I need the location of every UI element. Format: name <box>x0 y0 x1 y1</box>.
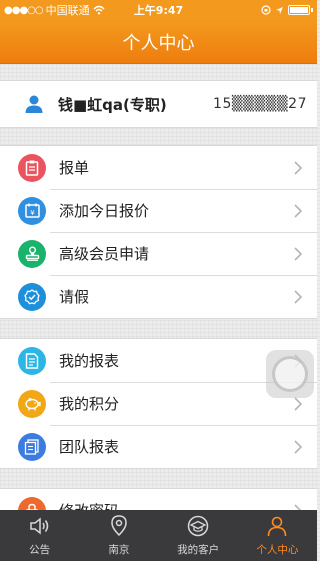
signal-icon: ●●●○○ <box>4 4 44 16</box>
tab-label: 我的客户 <box>177 544 220 556</box>
menu-item-report-order[interactable]: 报单 <box>0 146 317 189</box>
navigation-icon <box>276 6 283 14</box>
team-report-icon <box>18 432 46 461</box>
piggy-bank-icon <box>18 389 46 418</box>
tab-my-customers[interactable]: 我的客户 <box>159 510 238 561</box>
user-icon <box>25 95 43 113</box>
menu-item-leave[interactable]: 请假 <box>0 275 317 318</box>
status-bar: ●●●○○ 中国联通 上午9:47 <box>0 0 317 20</box>
tab-bar: 公告 南京 我的客户 个人中心 <box>0 510 317 561</box>
menu-item-label: 报单 <box>59 159 90 177</box>
menu-item-vip-apply[interactable]: 高级会员申请 <box>0 232 317 275</box>
menu-item-team-report[interactable]: 团队报表 <box>0 425 317 468</box>
chevron-right-icon <box>294 396 303 411</box>
page-title: 个人中心 <box>122 32 195 54</box>
rotation-lock-icon <box>261 5 271 15</box>
calendar-icon: ¥ <box>18 196 46 225</box>
location-icon <box>111 515 127 537</box>
profile-phone: 15▒▒▒▒▒27 <box>213 96 307 112</box>
tab-label: 个人中心 <box>256 544 299 556</box>
tab-label: 公告 <box>29 544 51 556</box>
menu-group-1: 报单 ¥ 添加今日报价 高级会员申请 请假 <box>0 145 317 319</box>
stamp-icon <box>18 239 46 268</box>
menu-item-label: 我的积分 <box>59 395 120 413</box>
report-icon <box>18 346 46 375</box>
status-left: ●●●○○ 中国联通 <box>4 2 261 18</box>
tab-personal-center[interactable]: 个人中心 <box>238 510 317 561</box>
menu-item-add-quote[interactable]: ¥ 添加今日报价 <box>0 189 317 232</box>
wifi-icon <box>93 5 105 15</box>
chevron-right-icon <box>294 160 303 175</box>
profile-name: 钱■虹qa(专职) <box>58 95 167 114</box>
speaker-icon <box>29 517 48 535</box>
tab-nanjing[interactable]: 南京 <box>79 510 158 561</box>
assistive-touch-button[interactable] <box>266 350 314 398</box>
check-badge-icon <box>18 282 46 311</box>
menu-item-label: 我的报表 <box>59 352 120 370</box>
menu-item-label: 高级会员申请 <box>59 245 150 263</box>
chevron-right-icon <box>294 439 303 454</box>
svg-text:¥: ¥ <box>30 209 35 217</box>
battery-tip <box>311 8 313 12</box>
chevron-right-icon <box>294 289 303 304</box>
status-right <box>261 5 313 15</box>
chevron-right-icon <box>294 246 303 261</box>
clipboard-icon <box>18 153 46 182</box>
tab-announcement[interactable]: 公告 <box>0 510 79 561</box>
nav-bar: 个人中心 <box>0 20 317 64</box>
menu-item-label: 请假 <box>59 288 90 306</box>
profile-row[interactable]: 钱■虹qa(专职) 15▒▒▒▒▒27 <box>0 80 317 128</box>
menu-item-label: 团队报表 <box>59 438 120 456</box>
tab-label: 南京 <box>108 544 130 556</box>
battery-icon <box>288 5 310 15</box>
carrier-label: 中国联通 <box>45 4 90 17</box>
person-icon <box>268 516 287 537</box>
chevron-right-icon <box>294 203 303 218</box>
customers-icon <box>187 515 209 537</box>
menu-item-label: 添加今日报价 <box>59 202 150 220</box>
